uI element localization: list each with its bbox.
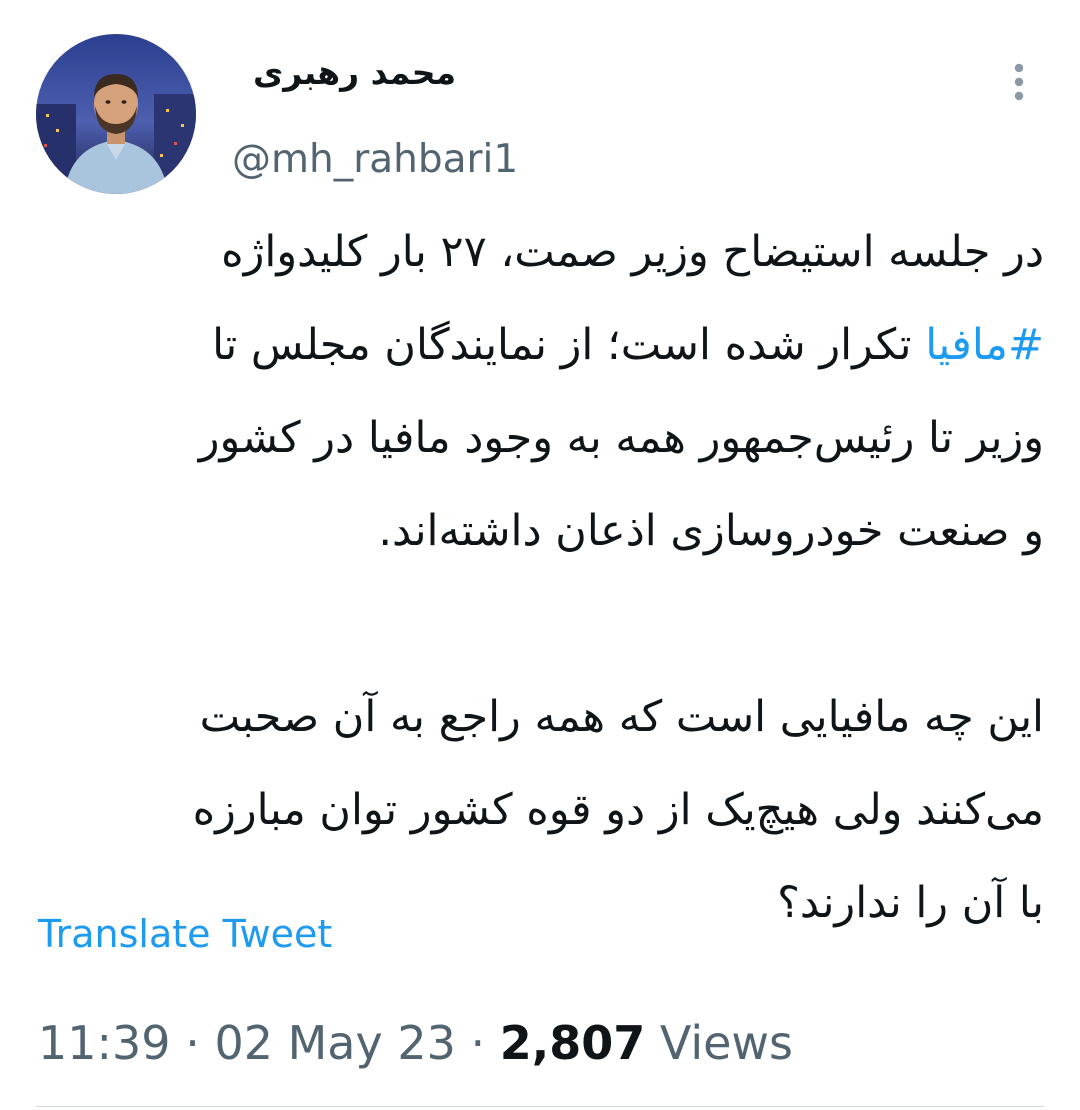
tweet-text-line: می‌کنند ولی هیچ‌یک از دو قوه کشور توان م…	[192, 785, 1044, 835]
avatar-image	[36, 34, 196, 194]
tweet-text: در جلسه استیضاح وزیر صمت، ۲۷ بار کلیدواژ…	[36, 206, 1044, 950]
meta-separator: ·	[470, 1016, 486, 1070]
tweet-meta: 11:39 · 02 May 23 · 2,807 Views	[38, 1020, 793, 1066]
views-count: 2,807	[499, 1016, 646, 1070]
translate-tweet-link[interactable]: Translate Tweet	[38, 915, 332, 953]
meta-separator: ·	[185, 1016, 200, 1070]
hashtag-link[interactable]: #مافیا	[925, 320, 1044, 370]
paragraph-break	[36, 578, 1044, 671]
views-label: Views	[659, 1016, 794, 1070]
divider	[36, 1106, 1044, 1107]
tweet-date[interactable]: 02 May 23	[214, 1016, 455, 1070]
author-handle[interactable]: @mh_rahbari1	[232, 140, 518, 179]
tweet-text-line: و صنعت خودروسازی اذعان داشته‌اند.	[378, 506, 1044, 556]
tweet-text-line: این چه مافیایی است که همه راجع به آن صحب…	[199, 692, 1044, 742]
avatar[interactable]	[36, 34, 196, 194]
author-display-name[interactable]: محمد رهبری	[253, 56, 456, 89]
tweet-time[interactable]: 11:39	[38, 1016, 171, 1070]
tweet-text-line: در جلسه استیضاح وزیر صمت، ۲۷ بار کلیدواژ…	[221, 227, 1044, 277]
more-options-button[interactable]	[1004, 62, 1034, 102]
tweet-text-segment: تکرار شده است؛ از نمایندگان مجلس تا	[212, 320, 912, 370]
tweet-text-line: #مافیا تکرار شده است؛ از نمایندگان مجلس …	[36, 299, 1044, 392]
tweet-text-line: وزیر تا رئیس‌جمهور همه به وجود مافیا در …	[198, 413, 1044, 463]
more-vertical-icon	[1014, 63, 1024, 101]
